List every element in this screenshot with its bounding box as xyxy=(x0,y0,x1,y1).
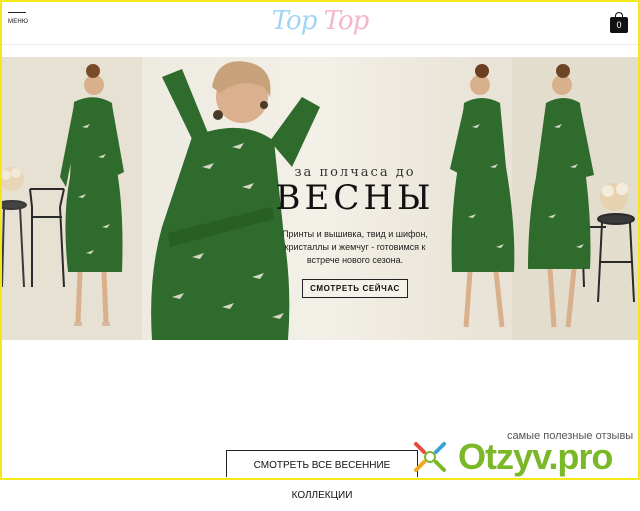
hero-title: ВЕСНЫ xyxy=(275,178,435,218)
cart-count: 0 xyxy=(610,17,628,33)
site-logo[interactable]: Top Top xyxy=(2,6,638,36)
hero-banner[interactable]: за полчаса до ВЕСНЫ Принты и вышивка, тв… xyxy=(2,57,638,340)
model-3 xyxy=(450,64,515,328)
hero-description: Принты и вышивка, твид и шифон, кристалл… xyxy=(282,229,428,265)
hero-text-block: за полчаса до ВЕСНЫ Принты и вышивка, тв… xyxy=(270,165,440,298)
site-header: МЕНЮ Top Top 0 xyxy=(2,2,638,45)
view-all-collections-button[interactable]: СМОТРЕТЬ ВСЕ ВЕСЕННИЕ КОЛЛЕКЦИИ xyxy=(226,450,418,501)
cart-button[interactable]: 0 xyxy=(610,12,628,34)
logo-part-1: Top xyxy=(271,6,318,36)
watermark-brand: Otzyv.pro xyxy=(458,436,613,477)
otzyv-emblem-icon xyxy=(414,442,446,472)
logo-part-2: Top xyxy=(323,6,370,36)
shop-now-button[interactable]: СМОТРЕТЬ СЕЙЧАС xyxy=(302,279,408,298)
watermark-logo: Otzyv.pro xyxy=(410,436,640,477)
